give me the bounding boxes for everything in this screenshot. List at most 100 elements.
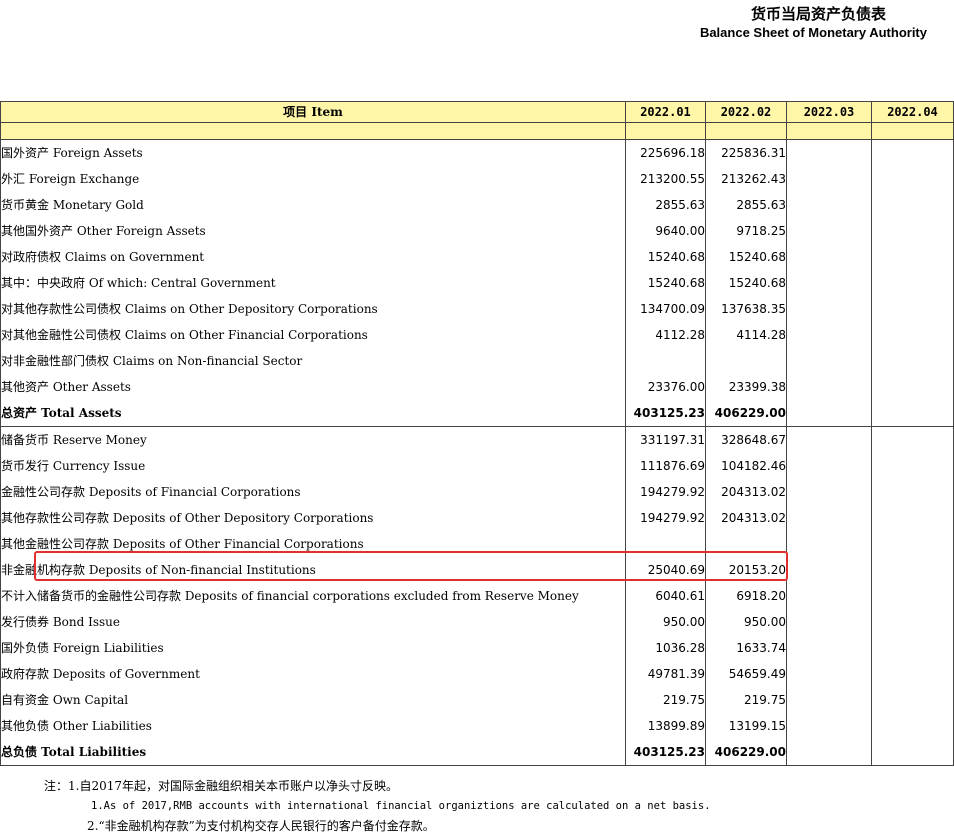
cell-value: 111876.69 xyxy=(625,453,706,479)
cell-value: 1036.28 xyxy=(625,635,706,661)
row-label: 其他国外资产 Other Foreign Assets xyxy=(0,218,626,244)
table-row: 政府存款 Deposits of Government 49781.39 546… xyxy=(0,661,954,687)
table-row: 其中：中央政府 Of which: Central Government 152… xyxy=(0,270,954,296)
cell-value: 194279.92 xyxy=(625,479,706,505)
row-label: 国外资产 Foreign Assets xyxy=(0,139,626,166)
cell-value: 331197.31 xyxy=(625,426,706,453)
cell-value: 15240.68 xyxy=(625,270,706,296)
cell-value: 950.00 xyxy=(625,609,706,635)
cell-value: 204313.02 xyxy=(705,505,787,531)
cell-value: 13899.89 xyxy=(625,713,706,739)
row-label: 其中：中央政府 Of which: Central Government xyxy=(0,270,626,296)
table-header-row: 项目 Item 2022.01 2022.02 2022.03 2022.04 xyxy=(0,101,954,123)
table-row: 不计入储备货币的金融性公司存款 Deposits of financial co… xyxy=(0,583,954,609)
cell-value: 15240.68 xyxy=(705,244,787,270)
table-row: 自有资金 Own Capital 219.75 219.75 xyxy=(0,687,954,713)
cell-value: 225696.18 xyxy=(625,139,706,166)
row-label: 对其他金融性公司债权 Claims on Other Financial Cor… xyxy=(0,322,626,348)
balance-sheet-table: 项目 Item 2022.01 2022.02 2022.03 2022.04 … xyxy=(0,101,954,766)
row-label: 外汇 Foreign Exchange xyxy=(0,166,626,192)
row-label: 发行债券 Bond Issue xyxy=(0,609,626,635)
cell-value: 204313.02 xyxy=(705,479,787,505)
cell-value: 213200.55 xyxy=(625,166,706,192)
table-row: 发行债券 Bond Issue 950.00 950.00 xyxy=(0,609,954,635)
table-row: 其他资产 Other Assets 23376.00 23399.38 xyxy=(0,374,954,400)
cell-value: 219.75 xyxy=(625,687,706,713)
cell-value: 23399.38 xyxy=(705,374,787,400)
table-row: 国外资产 Foreign Assets 225696.18 225836.31 xyxy=(0,139,954,166)
cell-value: 328648.67 xyxy=(705,426,787,453)
cell-value: 6918.20 xyxy=(705,583,787,609)
cell-value: 137638.35 xyxy=(705,296,787,322)
cell-value: 194279.92 xyxy=(625,505,706,531)
row-label: 金融性公司存款 Deposits of Financial Corporatio… xyxy=(0,479,626,505)
cell-value: 403125.23 xyxy=(625,739,706,766)
cell-value: 9640.00 xyxy=(625,218,706,244)
footnotes: 注：1.自2017年起，对国际金融组织相关本币账户以净头寸反映。 1.As of… xyxy=(44,776,711,836)
cell-value: 15240.68 xyxy=(705,270,787,296)
cell-value: 950.00 xyxy=(705,609,787,635)
column-header-period: 2022.04 xyxy=(871,101,954,123)
cell-value: 13199.15 xyxy=(705,713,787,739)
column-header-period: 2022.02 xyxy=(705,101,787,123)
cell-value: 49781.39 xyxy=(625,661,706,687)
table-row: 其他存款性公司存款 Deposits of Other Depository C… xyxy=(0,505,954,531)
cell-value: 219.75 xyxy=(705,687,787,713)
row-label: 货币发行 Currency Issue xyxy=(0,453,626,479)
page-title-cn: 货币当局资产负债表 xyxy=(750,5,886,23)
row-label: 政府存款 Deposits of Government xyxy=(0,661,626,687)
cell-value: 225836.31 xyxy=(705,139,787,166)
row-label: 总负债 Total Liabilities xyxy=(0,739,626,766)
table-row: 外汇 Foreign Exchange 213200.55 213262.43 xyxy=(0,166,954,192)
red-highlight-box xyxy=(34,551,788,581)
table-row: 货币发行 Currency Issue 111876.69 104182.46 xyxy=(0,453,954,479)
cell-value: 406229.00 xyxy=(705,739,787,766)
table-row: 对其他存款性公司债权 Claims on Other Depository Co… xyxy=(0,296,954,322)
cell-value: 403125.23 xyxy=(625,400,706,427)
footnote-1-en: 1.As of 2017,RMB accounts with internati… xyxy=(91,800,711,812)
cell-value: 406229.00 xyxy=(705,400,787,427)
row-label: 储备货币 Reserve Money xyxy=(0,426,626,453)
cell-value: 134700.09 xyxy=(625,296,706,322)
cell-value: 9718.25 xyxy=(705,218,787,244)
column-header-period: 2022.03 xyxy=(786,101,872,123)
cell-value: 1633.74 xyxy=(705,635,787,661)
row-label: 其他资产 Other Assets xyxy=(0,374,626,400)
row-label: 其他存款性公司存款 Deposits of Other Depository C… xyxy=(0,505,626,531)
footnote-1-cn: 注：1.自2017年起，对国际金融组织相关本币账户以净头寸反映。 xyxy=(44,779,398,793)
column-header-item: 项目 Item xyxy=(0,101,626,123)
cell-value: 15240.68 xyxy=(625,244,706,270)
column-header-period: 2022.01 xyxy=(625,101,706,123)
row-label: 对政府债权 Claims on Government xyxy=(0,244,626,270)
row-label: 其他负债 Other Liabilities xyxy=(0,713,626,739)
cell-value: 4112.28 xyxy=(625,322,706,348)
row-label: 自有资金 Own Capital xyxy=(0,687,626,713)
row-label: 货币黄金 Monetary Gold xyxy=(0,192,626,218)
header-spacer-row xyxy=(0,122,954,140)
table-row: 金融性公司存款 Deposits of Financial Corporatio… xyxy=(0,479,954,505)
table-row: 货币黄金 Monetary Gold 2855.63 2855.63 xyxy=(0,192,954,218)
row-label: 对非金融性部门债权 Claims on Non-financial Sector xyxy=(0,348,626,374)
table-row: 储备货币 Reserve Money 331197.31 328648.67 xyxy=(0,426,954,453)
table-row: 其他国外资产 Other Foreign Assets 9640.00 9718… xyxy=(0,218,954,244)
row-label: 不计入储备货币的金融性公司存款 Deposits of financial co… xyxy=(0,583,626,609)
cell-value: 104182.46 xyxy=(705,453,787,479)
footnote-2-cn: 2.“非金融机构存款”为支付机构交存人民银行的客户备付金存款。 xyxy=(87,819,435,833)
table-row: 其他负债 Other Liabilities 13899.89 13199.15 xyxy=(0,713,954,739)
table-row: 国外负债 Foreign Liabilities 1036.28 1633.74 xyxy=(0,635,954,661)
row-label: 总资产 Total Assets xyxy=(0,400,626,427)
cell-value: 213262.43 xyxy=(705,166,787,192)
cell-value: 2855.63 xyxy=(705,192,787,218)
cell-value: 6040.61 xyxy=(625,583,706,609)
row-label: 对其他存款性公司债权 Claims on Other Depository Co… xyxy=(0,296,626,322)
cell-value: 23376.00 xyxy=(625,374,706,400)
row-label: 国外负债 Foreign Liabilities xyxy=(0,635,626,661)
cell-value: 4114.28 xyxy=(705,322,787,348)
total-liabilities-row: 总负债 Total Liabilities 403125.23 406229.0… xyxy=(0,739,954,766)
table-row: 对非金融性部门债权 Claims on Non-financial Sector xyxy=(0,348,954,374)
cell-value: 2855.63 xyxy=(625,192,706,218)
cell-value: 54659.49 xyxy=(705,661,787,687)
cell-value xyxy=(625,348,706,374)
page-title-en: Balance Sheet of Monetary Authority xyxy=(699,25,927,40)
total-assets-row: 总资产 Total Assets 403125.23 406229.00 xyxy=(0,400,954,427)
